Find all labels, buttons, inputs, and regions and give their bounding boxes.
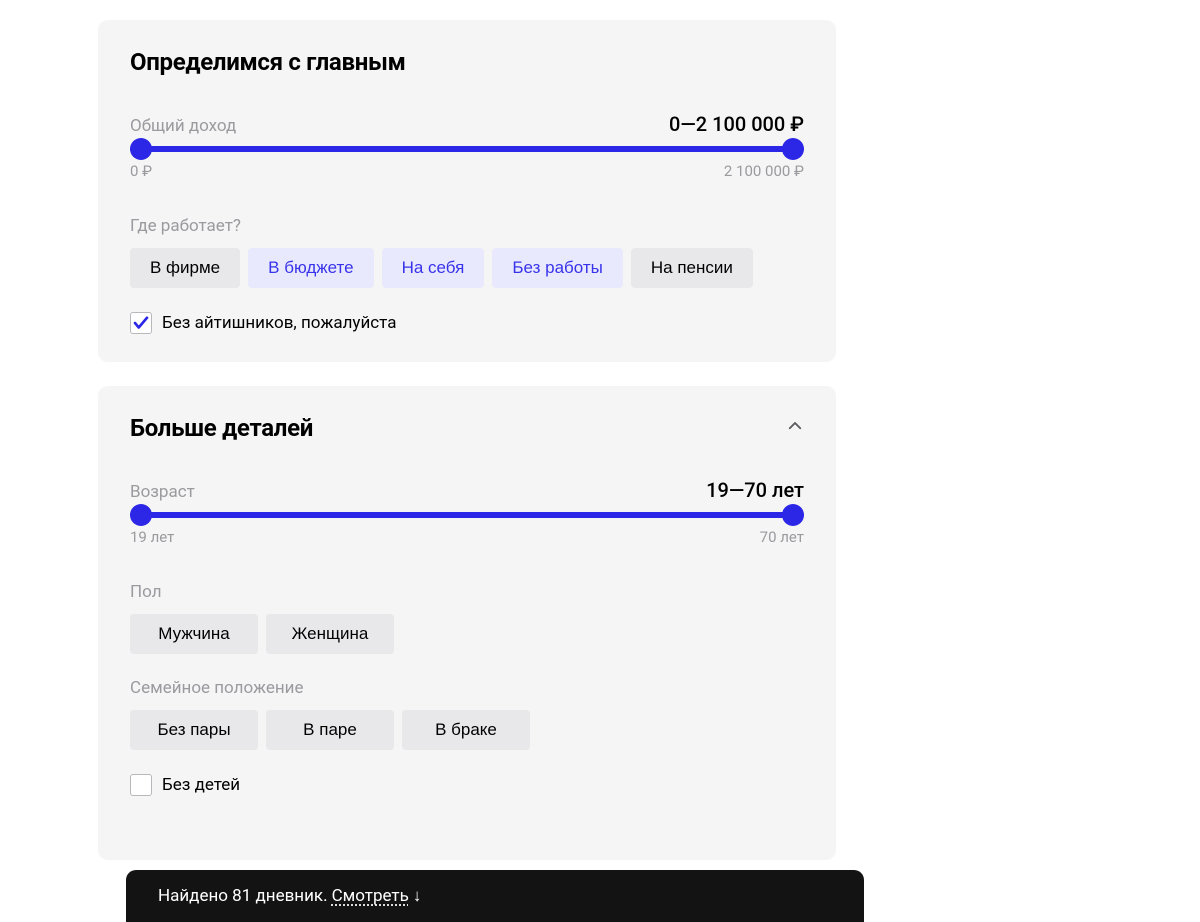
age-value: 19—70 лет: [706, 478, 804, 502]
marital-chip-married[interactable]: В браке: [402, 710, 530, 750]
details-card-header: Больше деталей: [130, 414, 804, 442]
arrow-down-icon: ↓: [413, 886, 422, 906]
main-card-header: Определимся с главным: [130, 48, 804, 76]
age-row: Возраст 19—70 лет: [130, 478, 804, 502]
income-slider[interactable]: [130, 146, 804, 152]
gender-chip-male[interactable]: Мужчина: [130, 614, 258, 654]
no-it-checkbox-row[interactable]: Без айтишников, пожалуйста: [130, 312, 804, 334]
details-title: Больше деталей: [130, 414, 313, 442]
work-chip-retired[interactable]: На пенсии: [631, 248, 753, 288]
gender-chip-female[interactable]: Женщина: [266, 614, 394, 654]
results-footer: Найдено 81 дневник. Смотреть↓: [126, 870, 864, 922]
marital-chip-partnered[interactable]: В паре: [266, 710, 394, 750]
age-slider-handle-max[interactable]: [782, 504, 804, 526]
work-question: Где работает?: [130, 216, 804, 236]
income-slider-handle-max[interactable]: [782, 138, 804, 160]
income-slider-handle-min[interactable]: [130, 138, 152, 160]
no-it-checkbox[interactable]: [130, 312, 152, 334]
age-max-label: 70 лет: [760, 528, 804, 546]
income-label: Общий доход: [130, 116, 236, 136]
work-chip-unemployed[interactable]: Без работы: [492, 248, 623, 288]
work-chip-company[interactable]: В фирме: [130, 248, 240, 288]
income-row: Общий доход 0—2 100 000 ₽: [130, 112, 804, 136]
results-link[interactable]: Смотреть↓: [332, 886, 422, 906]
no-it-label: Без айтишников, пожалуйста: [162, 313, 396, 333]
gender-label: Пол: [130, 582, 804, 602]
gender-chips: Мужчина Женщина: [130, 614, 804, 654]
income-max-label: 2 100 000 ₽: [724, 162, 804, 180]
income-bounds: 0 ₽ 2 100 000 ₽: [130, 162, 804, 180]
income-value: 0—2 100 000 ₽: [669, 112, 804, 136]
details-card: Больше деталей Возраст 19—70 лет 19 лет …: [98, 386, 836, 860]
marital-chip-single[interactable]: Без пары: [130, 710, 258, 750]
age-min-label: 19 лет: [130, 528, 174, 546]
age-label: Возраст: [130, 482, 195, 502]
main-title: Определимся с главным: [130, 48, 406, 76]
age-slider-handle-min[interactable]: [130, 504, 152, 526]
main-card: Определимся с главным Общий доход 0—2 10…: [98, 20, 836, 362]
age-slider-track: [130, 512, 804, 518]
no-kids-checkbox-row[interactable]: Без детей: [130, 774, 804, 796]
no-kids-label: Без детей: [162, 775, 240, 795]
marital-chips: Без пары В паре В браке: [130, 710, 804, 750]
income-min-label: 0 ₽: [130, 162, 152, 180]
results-text: Найдено 81 дневник.: [158, 886, 328, 906]
results-link-text: Смотреть: [332, 886, 409, 906]
work-chips: В фирме В бюджете На себя Без работы На …: [130, 248, 804, 288]
income-slider-track: [130, 146, 804, 152]
work-chip-budget[interactable]: В бюджете: [248, 248, 373, 288]
check-icon: [132, 314, 150, 332]
age-bounds: 19 лет 70 лет: [130, 528, 804, 546]
chevron-up-icon[interactable]: [786, 417, 804, 439]
no-kids-checkbox[interactable]: [130, 774, 152, 796]
age-slider[interactable]: [130, 512, 804, 518]
marital-label: Семейное положение: [130, 678, 804, 698]
work-chip-self[interactable]: На себя: [382, 248, 485, 288]
